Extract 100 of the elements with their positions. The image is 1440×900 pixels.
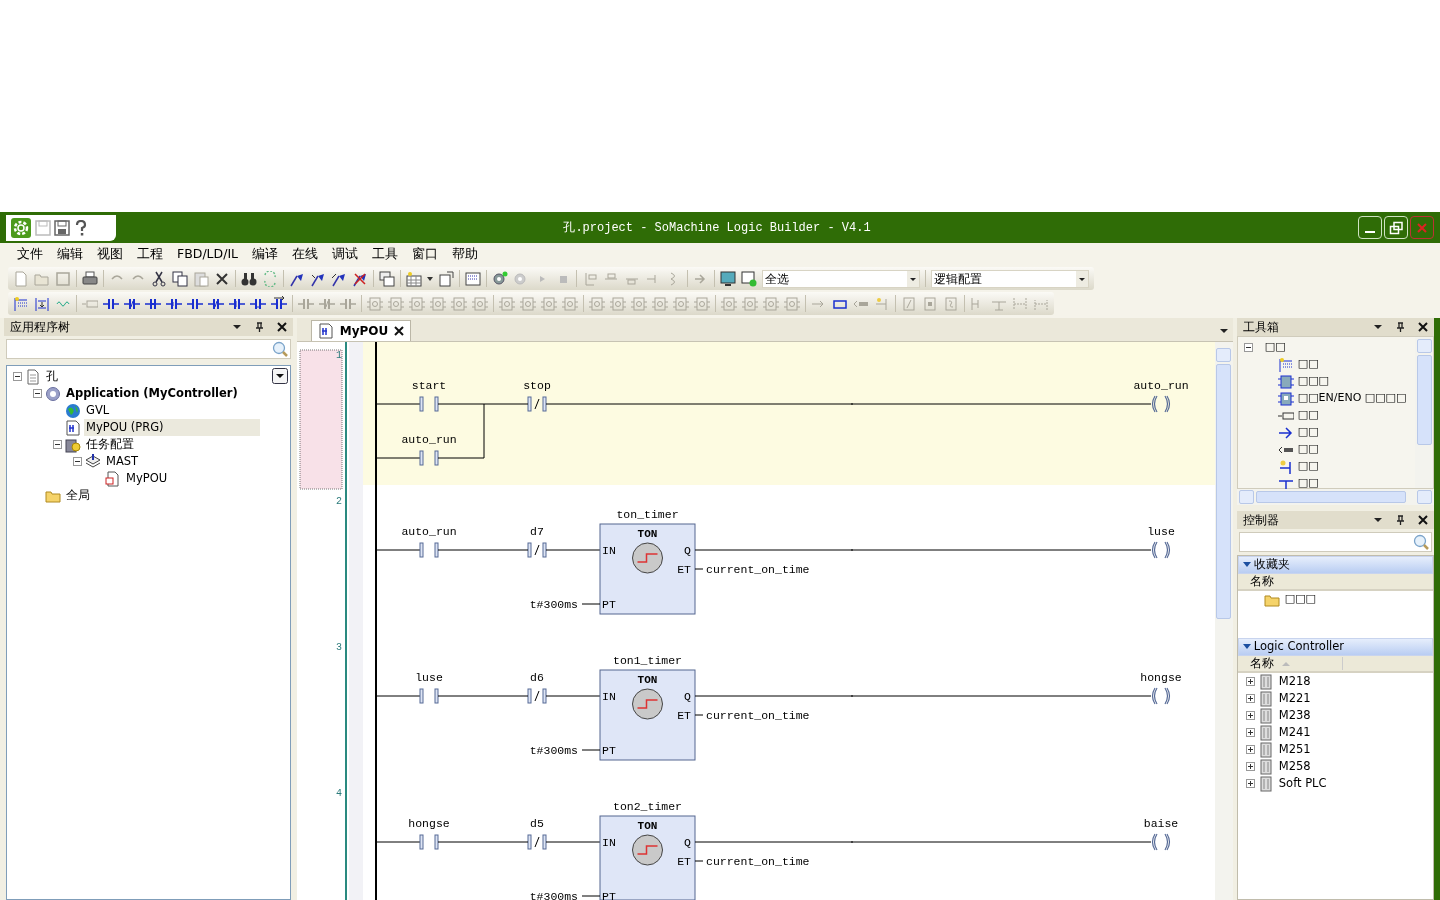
normally-closed-contact[interactable] bbox=[527, 396, 547, 412]
collapse-icon[interactable] bbox=[13, 372, 22, 381]
column-header[interactable]: 名称 bbox=[1249, 572, 1274, 591]
expand-icon[interactable] bbox=[1245, 711, 1255, 720]
close-icon[interactable] bbox=[276, 322, 287, 332]
toolbox-item[interactable]: □□ bbox=[1297, 441, 1319, 458]
normally-open-contact[interactable] bbox=[419, 450, 439, 466]
coil-block-icon[interactable] bbox=[901, 295, 917, 312]
grid-icon[interactable] bbox=[406, 270, 422, 287]
function-block-icon[interactable] bbox=[499, 295, 515, 312]
tree-item[interactable]: 孔 bbox=[44, 367, 60, 386]
flag-icon[interactable] bbox=[352, 270, 368, 287]
coil[interactable] bbox=[1151, 395, 1170, 413]
dropdown-icon[interactable] bbox=[1373, 515, 1383, 525]
tree-item[interactable]: 任务配置 bbox=[84, 435, 136, 454]
function-block-icon[interactable] bbox=[589, 295, 605, 312]
function-block-icon[interactable] bbox=[694, 295, 710, 312]
toolbox-item[interactable]: □□EN/ENO □□□□ bbox=[1297, 390, 1407, 407]
function-block-icon[interactable] bbox=[763, 295, 779, 312]
expand-icon[interactable] bbox=[1245, 745, 1255, 754]
normally-closed-contact[interactable] bbox=[527, 688, 547, 704]
gear-icon[interactable] bbox=[10, 216, 32, 239]
collapse-icon[interactable] bbox=[73, 457, 82, 466]
toolbox-item[interactable]: □□ bbox=[1297, 356, 1319, 373]
network-selection[interactable] bbox=[299, 349, 343, 490]
editor-tab[interactable]: MyPOU bbox=[310, 320, 412, 341]
help-icon[interactable] bbox=[73, 219, 89, 236]
close-icon[interactable] bbox=[1418, 322, 1428, 332]
section-header[interactable]: 收藏夹 bbox=[1253, 556, 1290, 574]
function-block-icon[interactable] bbox=[430, 295, 446, 312]
menu-item[interactable]: 编译 bbox=[245, 244, 286, 264]
coil[interactable] bbox=[1151, 833, 1170, 851]
function-block-icon[interactable] bbox=[631, 295, 647, 312]
function-block-icon[interactable] bbox=[652, 295, 668, 312]
search-field[interactable] bbox=[6, 339, 291, 359]
scrollbar[interactable] bbox=[1236, 489, 1434, 505]
toolbox-group[interactable]: □□ bbox=[1264, 339, 1286, 356]
toolbox-item[interactable]: □□ bbox=[1297, 424, 1319, 441]
expand-icon[interactable] bbox=[1245, 762, 1255, 771]
monitor-icon[interactable] bbox=[720, 270, 736, 287]
menu-item[interactable]: 在线 bbox=[285, 244, 326, 264]
jump-arrow-icon[interactable] bbox=[271, 295, 287, 312]
collapse-icon[interactable] bbox=[53, 440, 62, 449]
function-block-icon[interactable] bbox=[562, 295, 578, 312]
coil-block-icon[interactable] bbox=[943, 295, 959, 312]
close-icon[interactable] bbox=[394, 326, 405, 336]
tree-item[interactable]: M241 bbox=[1276, 723, 1313, 742]
tree-item[interactable]: M258 bbox=[1276, 757, 1313, 776]
expand-icon[interactable] bbox=[1245, 694, 1255, 703]
search-icon[interactable] bbox=[271, 341, 288, 357]
pin-icon[interactable] bbox=[1395, 321, 1406, 333]
normally-open-contact[interactable] bbox=[419, 396, 439, 412]
normally-closed-contact[interactable] bbox=[527, 834, 547, 850]
tree-item[interactable]: GVL bbox=[84, 401, 112, 420]
toolbox-item[interactable]: □□ bbox=[1297, 407, 1319, 424]
print-icon[interactable] bbox=[82, 270, 98, 287]
caret-icon[interactable] bbox=[427, 276, 433, 281]
menu-item[interactable]: 视图 bbox=[90, 244, 130, 264]
collapse-arrow-icon[interactable] bbox=[1242, 643, 1251, 651]
tree-item[interactable]: MyPOU (PRG) bbox=[84, 418, 260, 437]
tree-item[interactable]: Application (MyController) bbox=[64, 384, 240, 403]
function-block-icon[interactable] bbox=[472, 295, 488, 312]
coil[interactable] bbox=[1151, 687, 1170, 705]
collapse-icon[interactable] bbox=[1243, 343, 1253, 352]
function-block-icon[interactable] bbox=[721, 295, 737, 312]
restore-button[interactable] bbox=[1384, 216, 1408, 239]
tree-item[interactable]: M218 bbox=[1276, 672, 1313, 691]
column-header[interactable]: 名称 bbox=[1249, 654, 1274, 673]
tree-item[interactable]: 全局 bbox=[64, 486, 92, 505]
function-block-icon[interactable] bbox=[388, 295, 404, 312]
toolbox-item[interactable]: □□□ bbox=[1297, 373, 1329, 390]
network-icon[interactable] bbox=[34, 295, 50, 312]
minimize-button[interactable] bbox=[1358, 216, 1382, 239]
tab-list-icon[interactable] bbox=[1218, 326, 1229, 336]
pin-icon[interactable] bbox=[1395, 514, 1406, 526]
replace-icon[interactable] bbox=[262, 270, 278, 287]
expand-icon[interactable] bbox=[1245, 779, 1255, 788]
tree-item[interactable]: MyPOU bbox=[124, 469, 170, 488]
function-block-icon[interactable] bbox=[742, 295, 758, 312]
copy-icon[interactable] bbox=[172, 270, 188, 287]
expand-icon[interactable] bbox=[1245, 728, 1255, 737]
function-block-icon[interactable] bbox=[520, 295, 536, 312]
save-icon[interactable] bbox=[54, 219, 70, 236]
search-field[interactable] bbox=[1238, 532, 1432, 552]
tree-item[interactable]: MAST bbox=[104, 452, 141, 471]
tree-item[interactable]: M238 bbox=[1276, 706, 1313, 725]
close-icon[interactable] bbox=[1418, 515, 1428, 525]
menu-item[interactable]: 编辑 bbox=[50, 244, 90, 264]
search-icon[interactable] bbox=[1413, 534, 1429, 550]
expand-icon[interactable] bbox=[1245, 677, 1255, 686]
menu-item[interactable]: 文件 bbox=[10, 244, 50, 264]
menu-item[interactable]: 帮助 bbox=[445, 244, 486, 264]
monitor-gear-icon[interactable] bbox=[741, 270, 757, 287]
menu-item[interactable]: FBD/LD/IL bbox=[170, 244, 246, 264]
pages-icon[interactable] bbox=[379, 270, 395, 287]
binoculars-icon[interactable] bbox=[241, 270, 257, 287]
function-block-icon[interactable] bbox=[673, 295, 689, 312]
filter-dropdown-button[interactable] bbox=[271, 368, 288, 384]
toolbox-item[interactable]: □□ bbox=[1297, 475, 1319, 492]
monitor-grid-icon[interactable] bbox=[465, 270, 481, 287]
